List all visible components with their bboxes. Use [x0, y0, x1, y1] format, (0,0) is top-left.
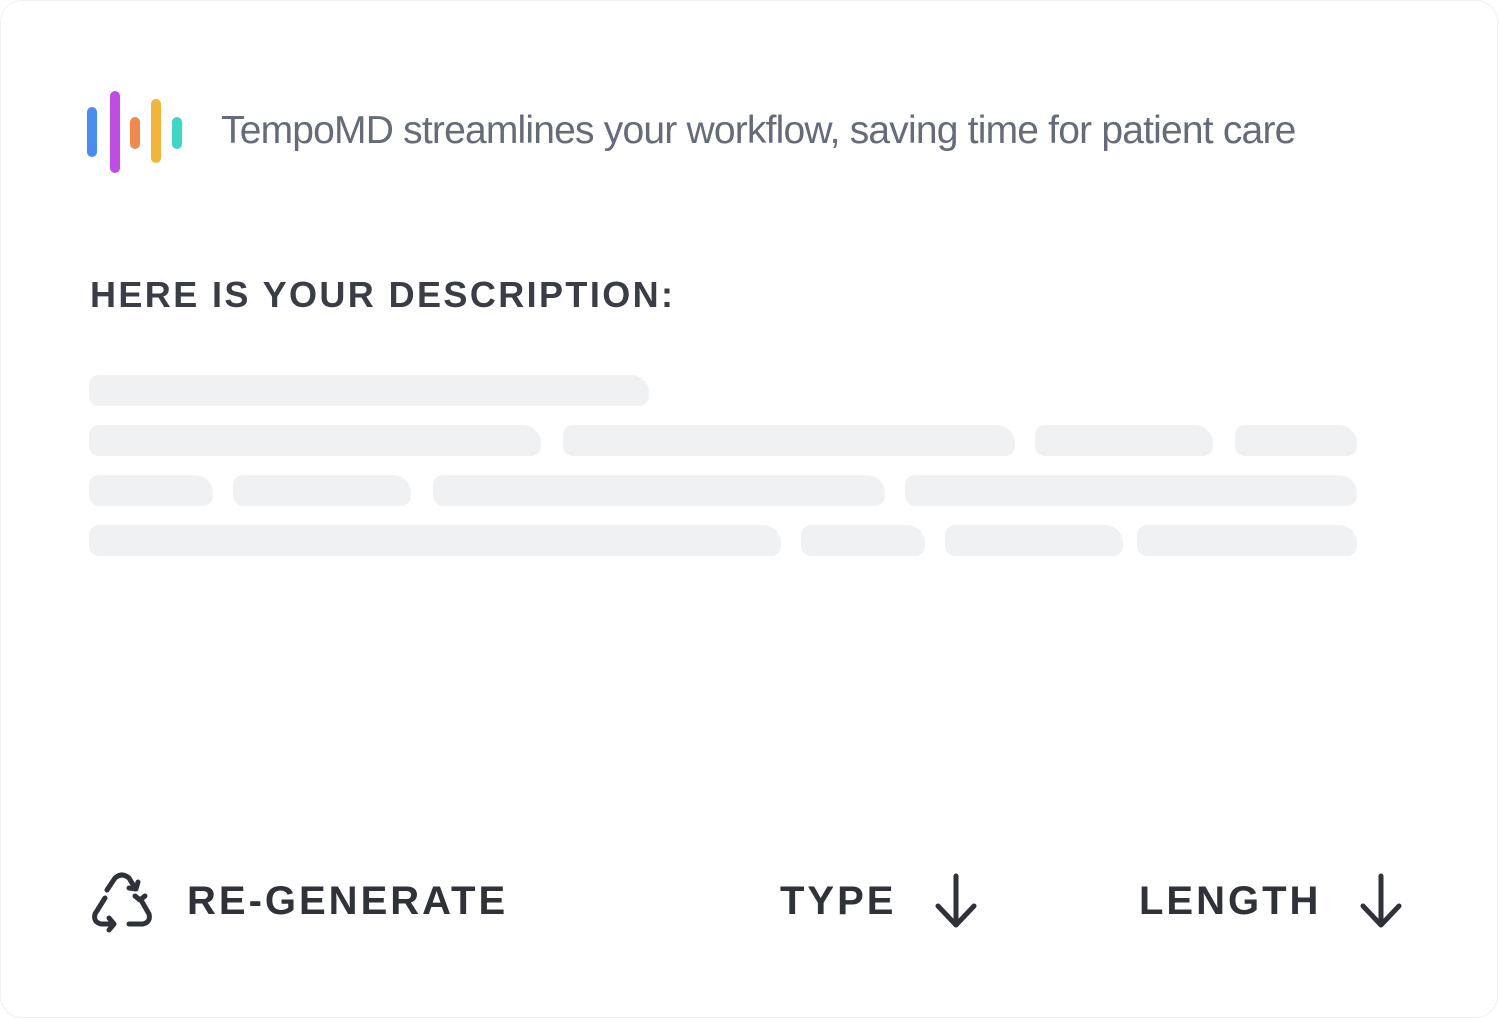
type-dropdown-button[interactable]: TYPE: [780, 861, 978, 941]
skeleton-block: [89, 525, 781, 556]
description-card: TempoMD streamlines your workflow, savin…: [0, 0, 1498, 1018]
skeleton-block: [1137, 525, 1357, 556]
skeleton-line: [89, 525, 1359, 556]
skeleton-block: [905, 475, 1357, 506]
arrow-down-icon: [1360, 873, 1402, 928]
skeleton-block: [233, 475, 411, 506]
length-label: LENGTH: [1139, 878, 1322, 923]
skeleton-block: [433, 475, 885, 506]
skeleton-block: [801, 525, 925, 556]
regenerate-label: RE-GENERATE: [187, 878, 509, 923]
sound-wave-logo-icon: [87, 89, 183, 173]
length-dropdown-button[interactable]: LENGTH: [1139, 861, 1403, 941]
action-bar: RE-GENERATE TYPE LENGTH: [1, 861, 1500, 941]
type-label: TYPE: [780, 878, 897, 923]
arrow-down-icon: [935, 873, 977, 928]
skeleton-block: [89, 475, 213, 506]
description-skeleton: [89, 375, 1359, 575]
card-header: TempoMD streamlines your workflow, savin…: [87, 89, 1296, 173]
skeleton-block: [1235, 425, 1357, 456]
recycle-icon: [92, 872, 152, 933]
description-title: HERE IS YOUR DESCRIPTION:: [90, 274, 676, 315]
skeleton-line: [89, 375, 1359, 406]
skeleton-line: [89, 425, 1359, 456]
skeleton-line: [89, 475, 1359, 506]
skeleton-block: [89, 375, 649, 406]
regenerate-button[interactable]: RE-GENERATE: [89, 861, 508, 941]
skeleton-block: [945, 525, 1123, 556]
skeleton-block: [563, 425, 1015, 456]
tagline: TempoMD streamlines your workflow, savin…: [221, 109, 1296, 152]
skeleton-block: [89, 425, 541, 456]
skeleton-block: [1035, 425, 1213, 456]
